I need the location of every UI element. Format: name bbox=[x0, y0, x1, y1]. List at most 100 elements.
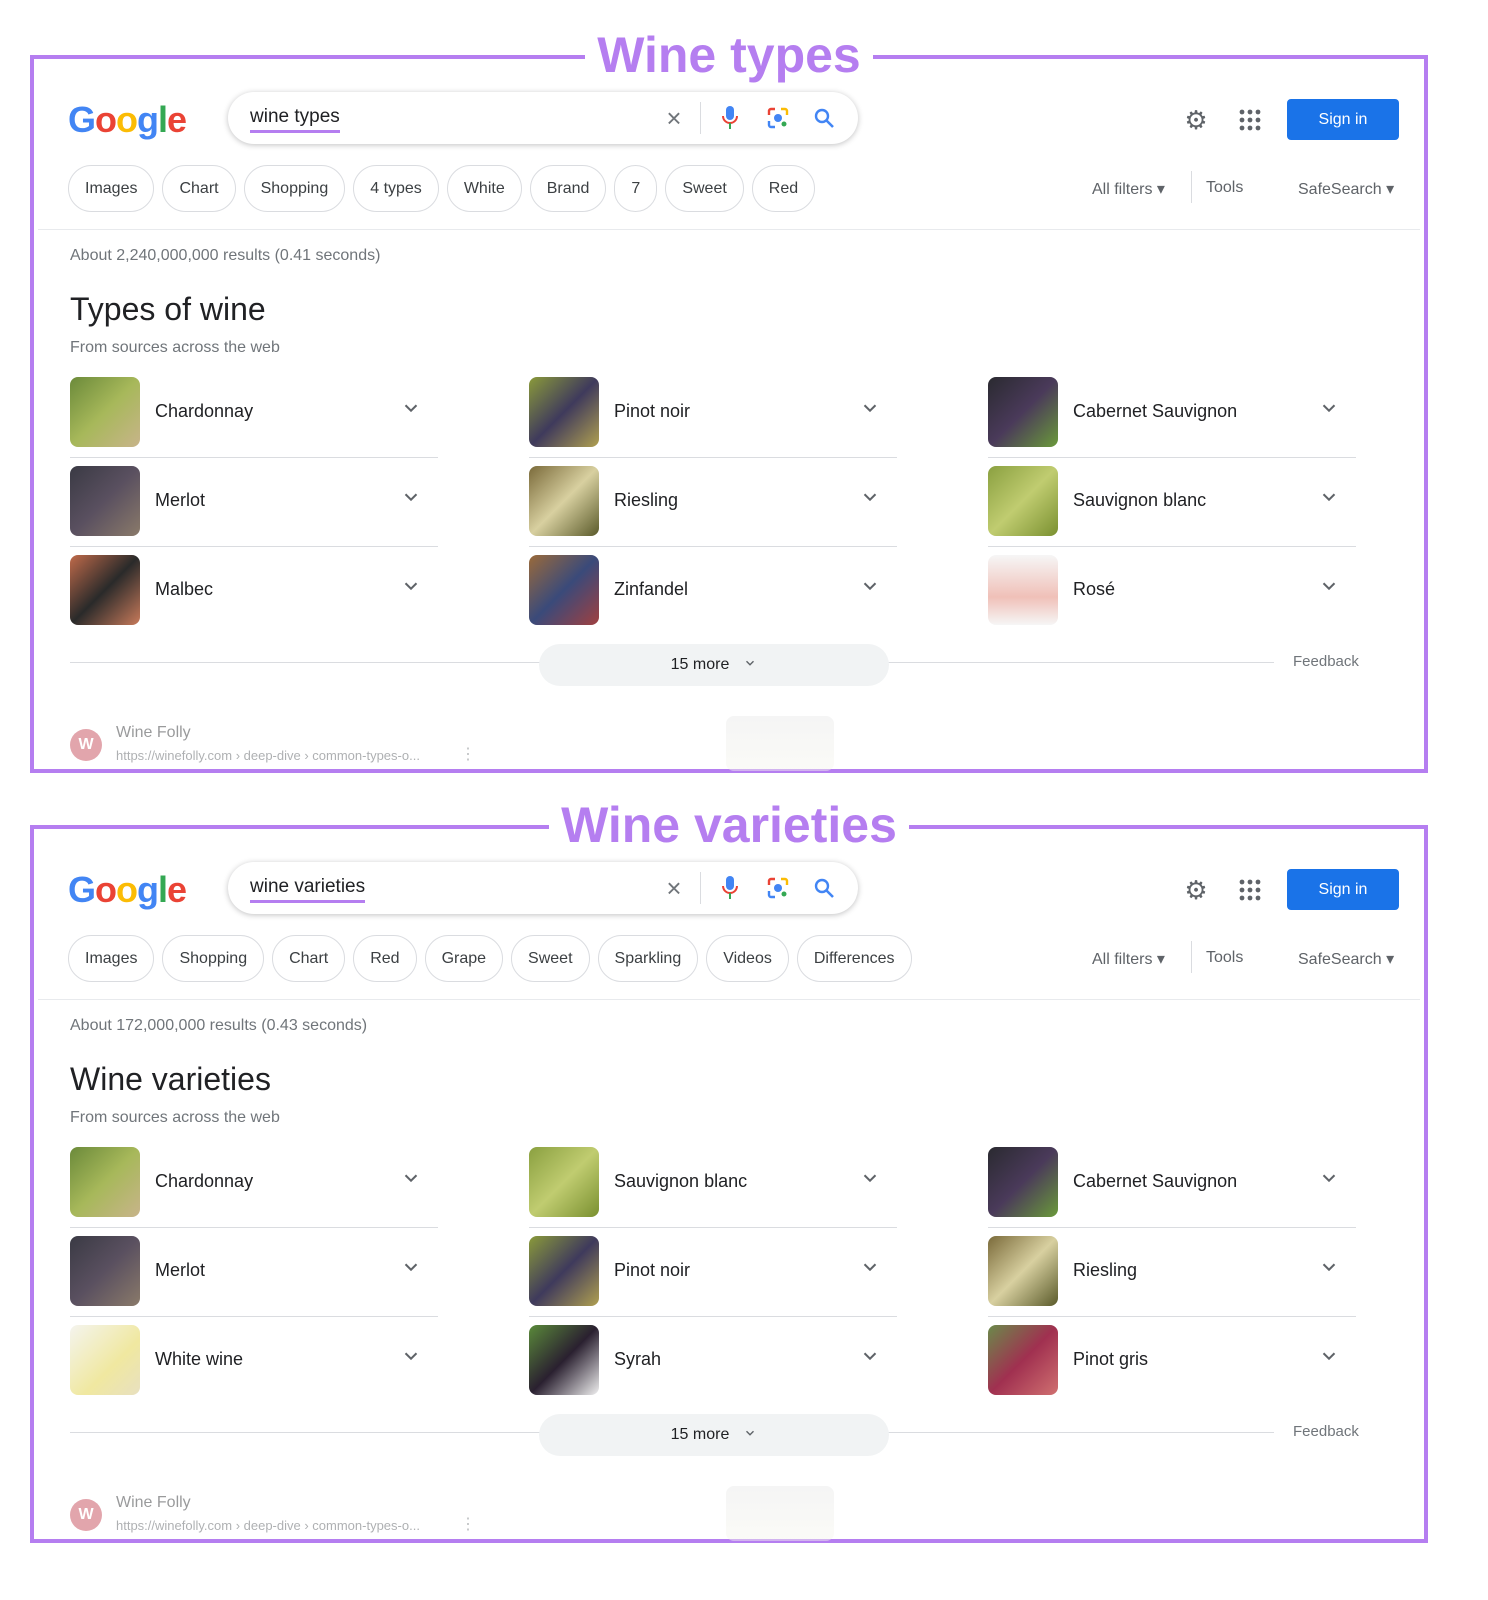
wine-type-item-rose[interactable]: Rosé bbox=[988, 555, 1356, 644]
wine-type-item-merlot[interactable]: Merlot bbox=[70, 1236, 438, 1325]
filter-chip-shopping[interactable]: Shopping bbox=[162, 935, 265, 982]
filter-chip-7[interactable]: 7 bbox=[614, 165, 658, 212]
all-filters-dropdown[interactable]: All filters ▾ bbox=[1092, 179, 1165, 199]
filter-chip-white[interactable]: White bbox=[446, 165, 522, 212]
chevron-down-icon[interactable] bbox=[1318, 1167, 1340, 1189]
filter-chip-sparkling[interactable]: Sparkling bbox=[597, 935, 699, 982]
wine-type-label: Pinot gris bbox=[1073, 1349, 1149, 1369]
google-logo[interactable]: Google bbox=[68, 869, 187, 911]
search-input[interactable]: wine varieties bbox=[250, 876, 366, 903]
wine-type-item-riesling[interactable]: Riesling bbox=[529, 466, 897, 555]
chevron-down-icon[interactable] bbox=[1318, 486, 1340, 508]
wine-type-item-sauvignon-blanc[interactable]: Sauvignon blanc bbox=[529, 1147, 897, 1236]
result-thumbnail[interactable] bbox=[726, 716, 834, 771]
search-box[interactable]: wine varieties × bbox=[228, 862, 858, 914]
chevron-down-icon[interactable] bbox=[400, 1256, 422, 1278]
google-logo[interactable]: Google bbox=[68, 99, 187, 141]
search-result[interactable]: W Wine Folly https://winefolly.com › dee… bbox=[70, 1486, 870, 1544]
result-url[interactable]: https://winefolly.com › deep-dive › comm… bbox=[116, 748, 420, 763]
wine-type-item-white-wine[interactable]: White wine bbox=[70, 1325, 438, 1414]
chevron-down-icon[interactable] bbox=[400, 1167, 422, 1189]
feedback-link[interactable]: Feedback bbox=[1293, 1423, 1359, 1440]
apps-grid-icon[interactable] bbox=[1236, 106, 1264, 134]
chevron-down-icon[interactable] bbox=[1318, 1345, 1340, 1367]
filter-chip-4-types[interactable]: 4 types bbox=[353, 165, 439, 212]
wine-type-item-zinfandel[interactable]: Zinfandel bbox=[529, 555, 897, 644]
filter-chip-images[interactable]: Images bbox=[68, 165, 155, 212]
chevron-down-icon[interactable] bbox=[859, 397, 881, 419]
filter-chip-red[interactable]: Red bbox=[751, 165, 816, 212]
close-icon[interactable]: × bbox=[660, 873, 688, 903]
wine-type-item-chardonnay[interactable]: Chardonnay bbox=[70, 1147, 438, 1236]
wine-type-item-pinot-noir[interactable]: Pinot noir bbox=[529, 377, 897, 466]
chevron-down-icon[interactable] bbox=[859, 486, 881, 508]
filter-chip-differences[interactable]: Differences bbox=[796, 935, 912, 982]
wine-type-item-riesling[interactable]: Riesling bbox=[988, 1236, 1356, 1325]
gear-icon[interactable]: ⚙ bbox=[1182, 105, 1210, 135]
microphone-icon[interactable] bbox=[718, 874, 742, 902]
tools-button[interactable]: Tools bbox=[1206, 949, 1243, 967]
filter-chip-chart[interactable]: Chart bbox=[272, 935, 346, 982]
search-panel-2: Wine varieties Google wine varieties × ⚙… bbox=[30, 797, 1428, 1544]
result-site-name[interactable]: Wine Folly bbox=[116, 1494, 191, 1512]
wine-type-item-pinot-noir[interactable]: Pinot noir bbox=[529, 1236, 897, 1325]
chevron-down-icon[interactable] bbox=[1318, 1256, 1340, 1278]
chevron-down-icon[interactable] bbox=[400, 486, 422, 508]
tools-button[interactable]: Tools bbox=[1206, 179, 1243, 197]
filter-chip-sweet[interactable]: Sweet bbox=[665, 165, 744, 212]
result-thumbnail[interactable] bbox=[726, 1486, 834, 1541]
filter-chip-brand[interactable]: Brand bbox=[529, 165, 607, 212]
wine-type-item-syrah[interactable]: Syrah bbox=[529, 1325, 897, 1414]
chevron-down-icon[interactable] bbox=[1318, 397, 1340, 419]
show-more-button[interactable]: 15 more bbox=[539, 644, 889, 686]
safesearch-dropdown[interactable]: SafeSearch ▾ bbox=[1298, 949, 1394, 969]
item-divider bbox=[988, 1227, 1356, 1228]
filter-chip-images[interactable]: Images bbox=[68, 935, 155, 982]
chevron-down-icon[interactable] bbox=[859, 1256, 881, 1278]
sign-in-button[interactable]: Sign in bbox=[1287, 99, 1399, 140]
close-icon[interactable]: × bbox=[660, 103, 688, 133]
search-box[interactable]: wine types × bbox=[228, 92, 858, 144]
more-options-icon[interactable]: ⋮ bbox=[460, 1514, 476, 1534]
search-result[interactable]: W Wine Folly https://winefolly.com › dee… bbox=[70, 716, 870, 774]
wine-type-item-sauvignon-blanc[interactable]: Sauvignon blanc bbox=[988, 466, 1356, 555]
filter-chip-shopping[interactable]: Shopping bbox=[243, 165, 346, 212]
wine-type-item-cabernet-sauvignon[interactable]: Cabernet Sauvignon bbox=[988, 1147, 1356, 1236]
more-options-icon[interactable]: ⋮ bbox=[460, 744, 476, 764]
result-url[interactable]: https://winefolly.com › deep-dive › comm… bbox=[116, 1518, 420, 1533]
show-more-button[interactable]: 15 more bbox=[539, 1414, 889, 1456]
gear-icon[interactable]: ⚙ bbox=[1182, 875, 1210, 905]
filter-chip-red[interactable]: Red bbox=[353, 935, 417, 982]
wine-type-item-malbec[interactable]: Malbec bbox=[70, 555, 438, 644]
feedback-link[interactable]: Feedback bbox=[1293, 653, 1359, 670]
result-site-name[interactable]: Wine Folly bbox=[116, 724, 191, 742]
chevron-down-icon[interactable] bbox=[400, 1345, 422, 1367]
wine-type-item-chardonnay[interactable]: Chardonnay bbox=[70, 377, 438, 466]
filter-chip-videos[interactable]: Videos bbox=[706, 935, 789, 982]
wine-type-item-cabernet-sauvignon[interactable]: Cabernet Sauvignon bbox=[988, 377, 1356, 466]
filter-chip-chart[interactable]: Chart bbox=[162, 165, 236, 212]
sign-in-button[interactable]: Sign in bbox=[1287, 869, 1399, 910]
camera-lens-icon[interactable] bbox=[764, 104, 792, 132]
chevron-down-icon[interactable] bbox=[1318, 575, 1340, 597]
search-input[interactable]: wine types bbox=[250, 106, 340, 133]
section-subheading: From sources across the web bbox=[70, 339, 280, 356]
chevron-down-icon[interactable] bbox=[859, 1167, 881, 1189]
search-icon[interactable] bbox=[810, 874, 838, 902]
filter-chip-grape[interactable]: Grape bbox=[424, 935, 504, 982]
chevron-down-icon[interactable] bbox=[400, 397, 422, 419]
show-more-label: 15 more bbox=[670, 656, 730, 673]
search-icon[interactable] bbox=[810, 104, 838, 132]
annotation-title: Wine varieties bbox=[34, 795, 1424, 855]
apps-grid-icon[interactable] bbox=[1236, 876, 1264, 904]
microphone-icon[interactable] bbox=[718, 104, 742, 132]
camera-lens-icon[interactable] bbox=[764, 874, 792, 902]
chevron-down-icon[interactable] bbox=[859, 1345, 881, 1367]
chevron-down-icon[interactable] bbox=[859, 575, 881, 597]
all-filters-dropdown[interactable]: All filters ▾ bbox=[1092, 949, 1165, 969]
chevron-down-icon[interactable] bbox=[400, 575, 422, 597]
filter-chip-sweet[interactable]: Sweet bbox=[511, 935, 590, 982]
wine-type-item-merlot[interactable]: Merlot bbox=[70, 466, 438, 555]
wine-type-item-pinot-gris[interactable]: Pinot gris bbox=[988, 1325, 1356, 1414]
safesearch-dropdown[interactable]: SafeSearch ▾ bbox=[1298, 179, 1394, 199]
